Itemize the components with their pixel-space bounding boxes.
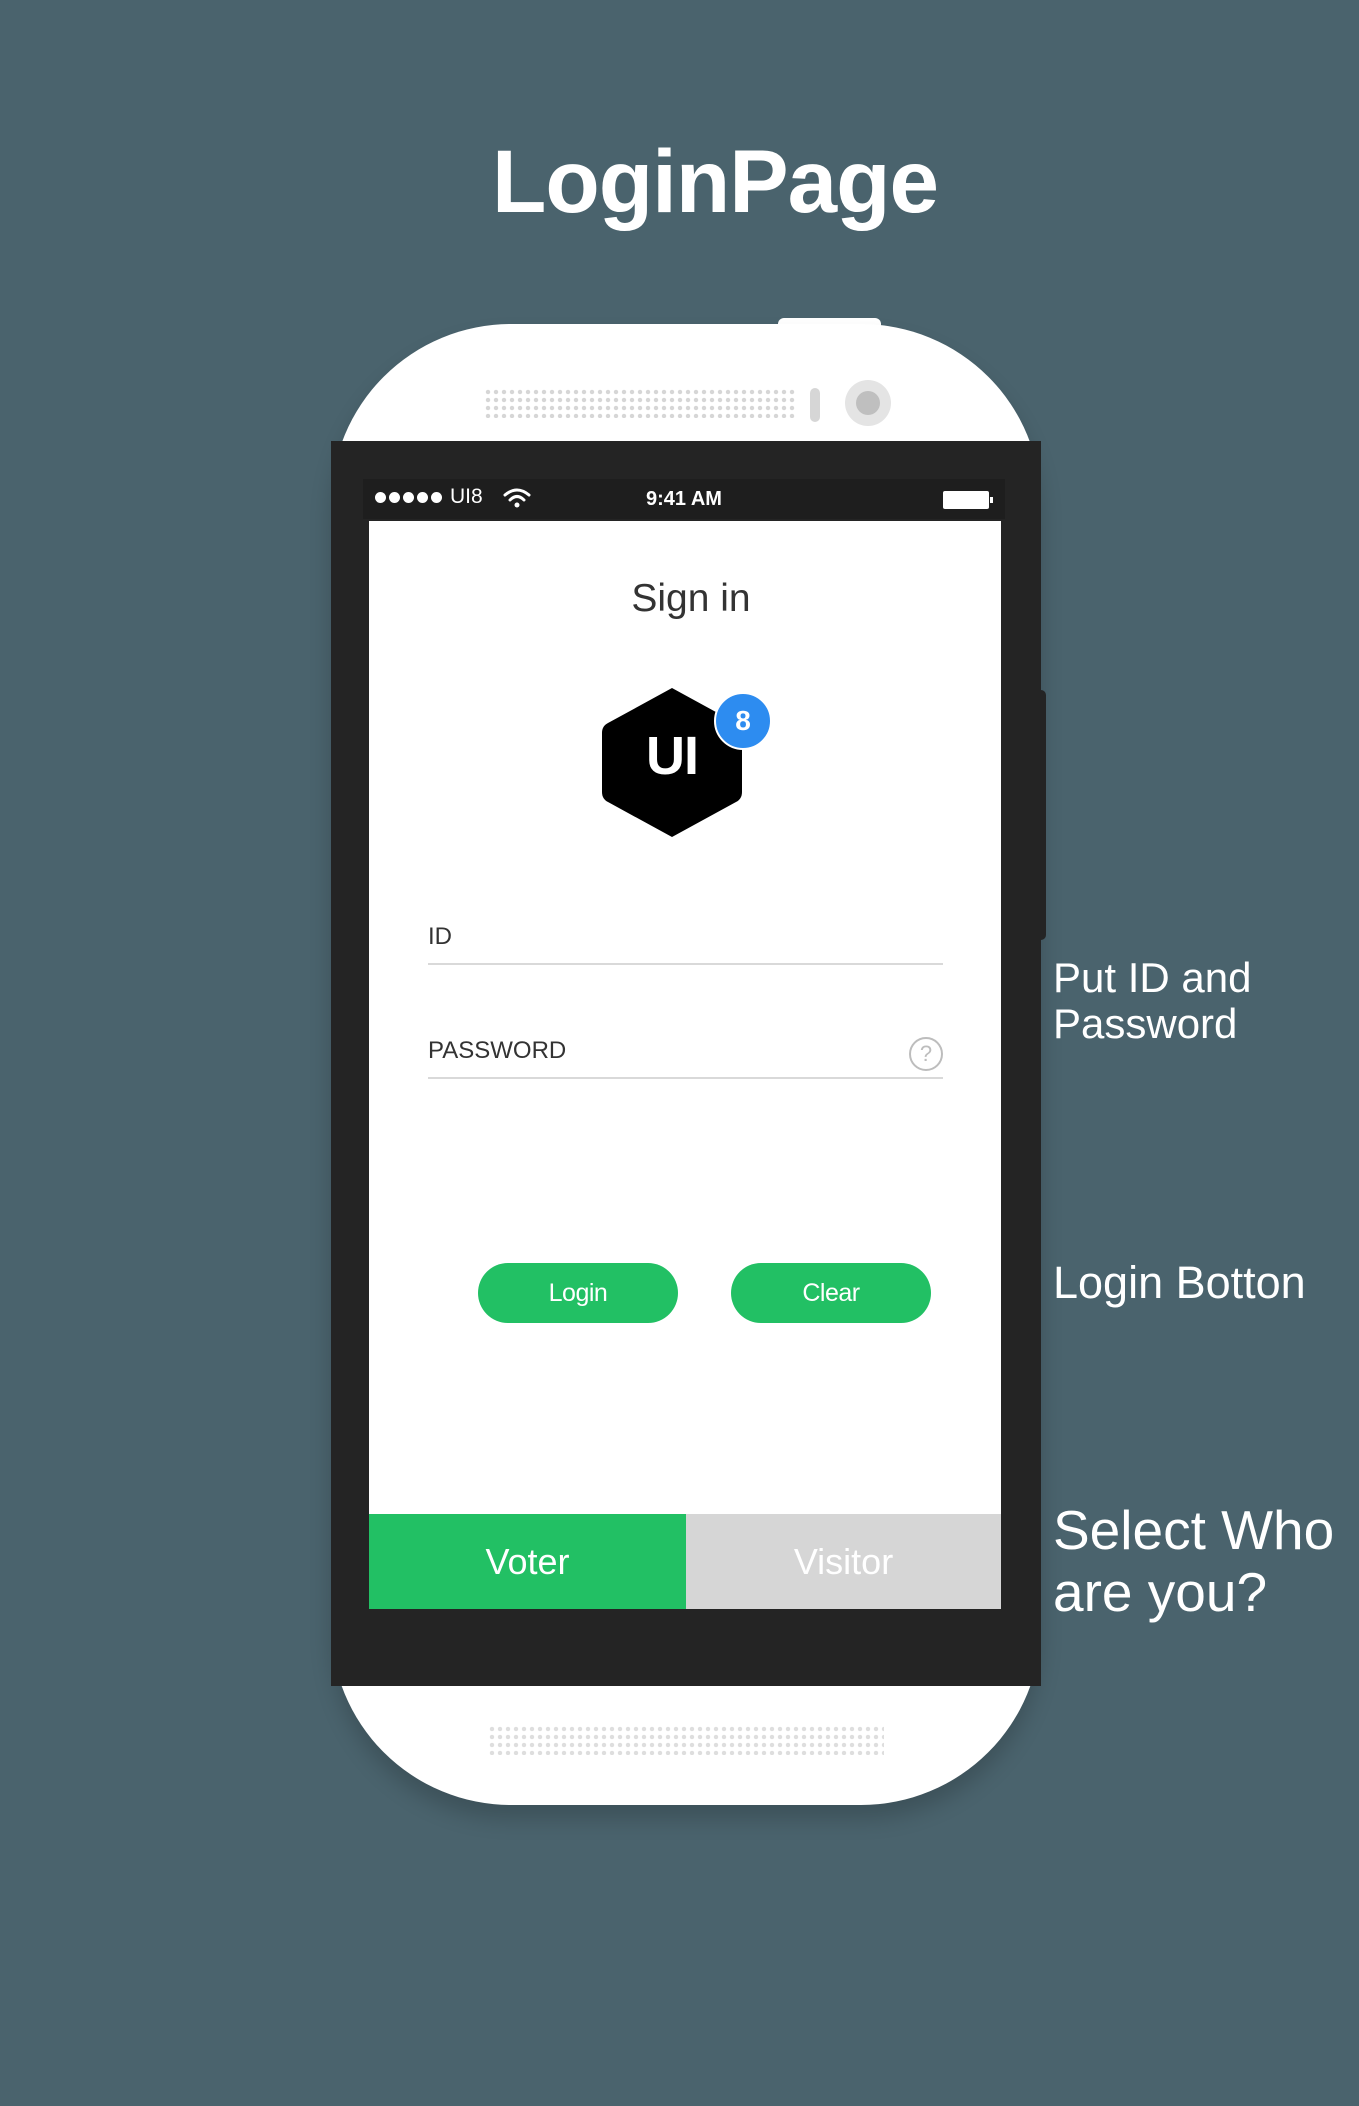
notification-badge: 8 [714,692,772,750]
annotation-credentials: Put ID and Password [1053,954,1252,1048]
password-field[interactable]: PASSWORD ? [428,1037,943,1079]
role-tab-visitor[interactable]: Visitor [686,1514,1001,1609]
top-speaker-grille [484,388,796,418]
role-tab-voter[interactable]: Voter [369,1514,686,1609]
id-field-label: ID [428,923,452,950]
sign-in-title: Sign in [631,577,751,620]
annotation-login: Login Botton [1053,1257,1306,1308]
status-bar: UI8 9:41 AM [363,479,1005,519]
password-field-label: PASSWORD [428,1037,567,1064]
login-button[interactable]: Login [478,1263,678,1323]
clear-button[interactable]: Clear [731,1263,931,1323]
page-title: LoginPage [492,131,939,231]
top-speaker-slot [810,388,820,422]
id-field[interactable]: ID [428,923,943,965]
help-icon[interactable]: ? [909,1037,943,1071]
status-time: 9:41 AM [646,488,722,510]
camera-icon [845,380,891,426]
login-screen: Sign in UI 8 ID PASSWORD ? Login Clear V… [369,521,1001,1609]
bottom-speaker-grille [488,1725,884,1755]
battery-icon [943,491,993,509]
annotation-role: Select Who are you? [1053,1499,1335,1623]
